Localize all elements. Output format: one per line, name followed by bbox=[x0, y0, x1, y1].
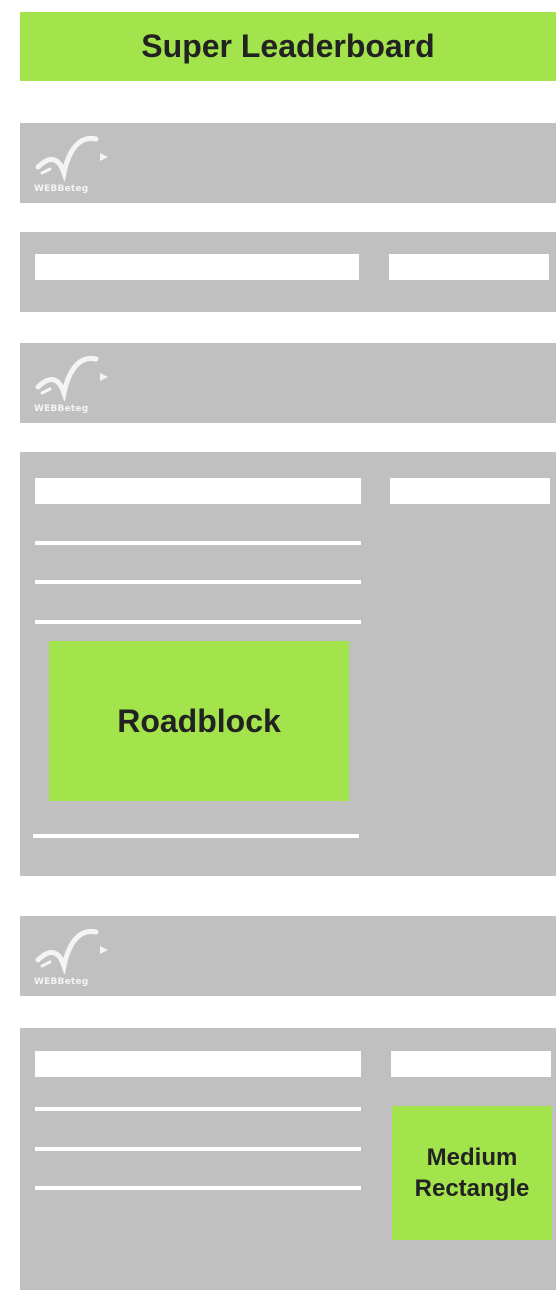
logo-text: WEBBeteg bbox=[34, 184, 89, 194]
medium-rectangle-banner[interactable]: Medium Rectangle bbox=[392, 1106, 552, 1240]
roadblock-label: Roadblock bbox=[117, 702, 281, 739]
text-line bbox=[35, 541, 361, 545]
content-section-roadblock: Roadblock bbox=[20, 452, 556, 876]
webbeteg-logo[interactable]: WEBBeteg bbox=[34, 129, 114, 199]
medium-rectangle-label-line1: Medium bbox=[426, 1143, 518, 1171]
webbeteg-logo[interactable]: WEBBeteg bbox=[34, 922, 114, 992]
logo-text: WEBBeteg bbox=[34, 977, 89, 987]
logo-text: WEBBeteg bbox=[34, 404, 89, 414]
nav-bar-main[interactable] bbox=[35, 254, 359, 280]
text-line bbox=[33, 834, 359, 838]
sidebar-title-bar[interactable] bbox=[391, 1051, 551, 1077]
navigation-section bbox=[20, 232, 556, 312]
text-line bbox=[35, 1147, 361, 1151]
webbeteg-logo[interactable]: WEBBeteg bbox=[34, 349, 114, 419]
logo-header-1: WEBBeteg bbox=[20, 123, 556, 203]
text-line bbox=[35, 580, 361, 584]
webbeteg-swoosh-icon bbox=[35, 355, 108, 403]
text-line bbox=[35, 620, 361, 624]
super-leaderboard-label: Super Leaderboard bbox=[141, 28, 435, 64]
super-leaderboard-banner[interactable]: Super Leaderboard bbox=[20, 12, 556, 81]
text-line bbox=[35, 1186, 361, 1190]
webbeteg-swoosh-icon bbox=[35, 135, 108, 183]
sidebar-title-bar[interactable] bbox=[390, 478, 550, 504]
text-line bbox=[35, 1107, 361, 1111]
medium-rectangle-label-line2: Rectangle bbox=[414, 1175, 530, 1202]
content-section-medium-rectangle: Medium Rectangle bbox=[20, 1028, 556, 1290]
content-title-bar[interactable] bbox=[35, 1051, 361, 1077]
logo-header-3: WEBBeteg bbox=[20, 916, 556, 996]
nav-bar-side[interactable] bbox=[389, 254, 549, 280]
webbeteg-swoosh-icon bbox=[35, 928, 108, 976]
content-title-bar[interactable] bbox=[35, 478, 361, 504]
roadblock-banner[interactable]: Roadblock bbox=[49, 641, 349, 801]
logo-header-2: WEBBeteg bbox=[20, 343, 556, 423]
